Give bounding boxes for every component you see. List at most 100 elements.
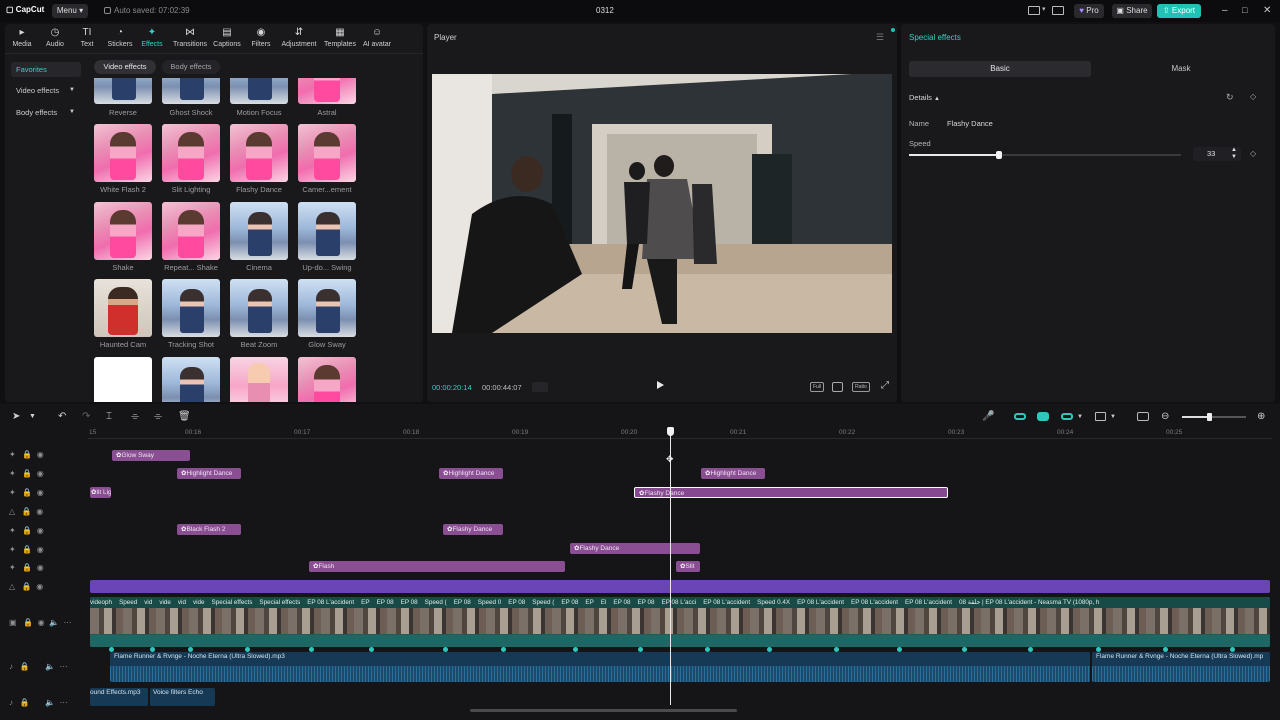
effect-thumb[interactable]: [162, 124, 220, 182]
effect-thumb[interactable]: [230, 202, 288, 260]
eye-icon[interactable]: ◉: [37, 545, 44, 554]
tab-basic[interactable]: Basic: [909, 61, 1091, 77]
trim-right-icon[interactable]: ⌯: [154, 411, 162, 422]
screenshot-icon[interactable]: [832, 382, 843, 392]
chip-body-effects[interactable]: Body effects: [162, 60, 220, 74]
more-icon[interactable]: ⋯: [64, 618, 72, 627]
details-section-title[interactable]: Details ▲: [909, 93, 940, 102]
layout-icon[interactable]: [1028, 6, 1040, 15]
effect-thumb[interactable]: [94, 124, 152, 182]
share-button[interactable]: ▣ Share: [1112, 4, 1152, 18]
zoom-slider[interactable]: [1182, 413, 1246, 421]
track-controls[interactable]: ✦ 🔒 ◉: [9, 469, 79, 481]
shortcut-icon[interactable]: [1052, 6, 1064, 15]
tool-filters[interactable]: ◉ Filters: [244, 28, 278, 49]
eye-icon[interactable]: ◉: [38, 618, 45, 627]
effect-thumb[interactable]: [162, 202, 220, 260]
effect-clip[interactable]: Highlight Dance: [701, 468, 765, 479]
tool-media[interactable]: ▸ Media: [5, 28, 39, 49]
magnet-icon[interactable]: [1037, 412, 1049, 421]
lock-icon[interactable]: 🔒: [22, 526, 32, 535]
layout-dropdown-icon[interactable]: ▾: [1042, 5, 1046, 13]
lock-icon[interactable]: 🔒: [22, 469, 32, 478]
tool-text[interactable]: TI Text: [70, 28, 104, 49]
full-button[interactable]: Full: [810, 382, 824, 392]
minimize-icon[interactable]: –: [1222, 5, 1228, 16]
tool-templates[interactable]: ▦ Templates: [322, 28, 358, 49]
tool-transitions[interactable]: ⋈ Transitions: [172, 28, 208, 49]
effect-thumb[interactable]: [162, 279, 220, 337]
effect-clip-selected[interactable]: Flashy Dance: [634, 487, 948, 498]
sidebar-item-favorites[interactable]: Favorites: [11, 62, 81, 77]
stepper-icon[interactable]: ▲ ▼: [1231, 147, 1237, 161]
effect-thumb[interactable]: [298, 202, 356, 260]
effect-thumb[interactable]: [298, 124, 356, 182]
eye-icon[interactable]: ◉: [36, 507, 43, 516]
sidebar-item-video-effects[interactable]: Video effects ▼: [11, 83, 81, 98]
volume-icon[interactable]: 🔈: [45, 662, 55, 671]
audio-clip[interactable]: Flame Runner & Rvnge - Noche Eterna (Ult…: [110, 652, 1090, 682]
eye-icon[interactable]: ◉: [37, 469, 44, 478]
effect-thumb[interactable]: [162, 357, 220, 402]
microphone-icon[interactable]: 🎤: [982, 411, 994, 422]
effect-thumb[interactable]: [94, 279, 152, 337]
effect-thumb[interactable]: [94, 78, 152, 104]
speed-slider-handle[interactable]: [995, 151, 1002, 159]
track-controls[interactable]: ♪ 🔒 🔈 ⋯: [9, 662, 79, 674]
pro-button[interactable]: ♥ Pro: [1074, 4, 1104, 18]
lock-icon[interactable]: 🔒: [22, 563, 32, 572]
sidebar-item-body-effects[interactable]: Body effects ▼: [11, 105, 81, 120]
ratio-button[interactable]: Ratio: [852, 382, 870, 392]
chevron-down-icon[interactable]: ▼: [1110, 414, 1116, 420]
timeline-scrollbar[interactable]: [470, 709, 737, 712]
effect-thumb[interactable]: [94, 357, 152, 402]
audio-clip[interactable]: Flame Runner & Rvnge - Noche Eterna (Ult…: [1092, 652, 1270, 682]
tool-ai-avatar[interactable]: ☺ AI avatar: [360, 28, 394, 49]
undo-icon[interactable]: ↶: [58, 411, 66, 422]
eye-icon[interactable]: ◉: [37, 488, 44, 497]
eye-icon[interactable]: ◉: [36, 582, 43, 591]
zoom-out-icon[interactable]: ⊖: [1161, 411, 1169, 422]
chevron-down-icon[interactable]: ▼: [1077, 414, 1083, 420]
effect-thumb[interactable]: [230, 78, 288, 104]
eye-icon[interactable]: ◉: [37, 450, 44, 459]
chip-video-effects[interactable]: Video effects: [94, 60, 156, 74]
track-controls[interactable]: △ 🔒 ◉: [9, 507, 79, 519]
track-controls[interactable]: ✦ 🔒 ◉: [9, 563, 79, 575]
export-button[interactable]: ⇧ Export: [1157, 4, 1201, 18]
effect-clip[interactable]: Flashy Dance: [443, 524, 503, 535]
link-icon[interactable]: [1014, 413, 1026, 420]
more-icon[interactable]: ⋯: [60, 698, 68, 707]
filter-clip[interactable]: [90, 580, 1270, 593]
effect-thumb[interactable]: [230, 124, 288, 182]
effect-clip[interactable]: Highlight Dance: [439, 468, 503, 479]
reset-icon[interactable]: ↻: [1226, 92, 1234, 103]
lock-icon[interactable]: 🔒: [20, 698, 30, 707]
playhead[interactable]: [670, 431, 671, 705]
lock-icon[interactable]: 🔒: [22, 450, 32, 459]
timecode-menu-icon[interactable]: [532, 382, 548, 392]
effect-clip[interactable]: Slit: [676, 561, 700, 572]
track-controls[interactable]: ✦ 🔒 ◉: [9, 526, 79, 538]
player-menu-icon[interactable]: ☰: [876, 32, 884, 43]
fullscreen-icon[interactable]: ⤢: [881, 380, 889, 391]
speed-keyframe-icon[interactable]: ◇: [1250, 149, 1256, 158]
close-icon[interactable]: ✕: [1263, 5, 1271, 16]
track-controls[interactable]: △ 🔒 ◉: [9, 582, 79, 594]
effect-thumb[interactable]: [298, 279, 356, 337]
play-icon[interactable]: [657, 381, 664, 389]
lock-icon[interactable]: 🔒: [22, 488, 32, 497]
track-controls[interactable]: ✦ 🔒 ◉: [9, 545, 79, 557]
caption-track-icon[interactable]: [1137, 412, 1149, 421]
volume-icon[interactable]: 🔈: [49, 618, 59, 627]
tool-captions[interactable]: ▤ Captions: [210, 28, 244, 49]
effect-thumb[interactable]: [162, 78, 220, 104]
more-icon[interactable]: ⋯: [60, 662, 68, 671]
select-tool-icon[interactable]: ➤: [12, 411, 20, 422]
timeline-ruler[interactable]: [88, 427, 1272, 439]
eye-icon[interactable]: ◉: [37, 563, 44, 572]
tool-adjustment[interactable]: ⇵ Adjustment: [280, 28, 318, 49]
chevron-down-icon[interactable]: ▼: [29, 413, 36, 420]
tool-effects[interactable]: ✦ Effects: [135, 28, 169, 49]
zoom-in-icon[interactable]: ⊕: [1257, 411, 1265, 422]
